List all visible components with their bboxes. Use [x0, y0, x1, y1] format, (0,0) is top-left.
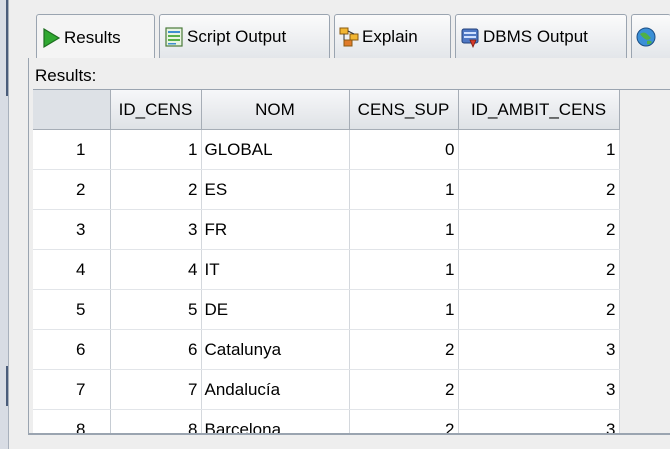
tab-overflow[interactable]	[631, 14, 670, 58]
cell-id-ambit-cens[interactable]: 3	[458, 409, 620, 434]
header-row: ID_CENS NOM CENS_SUP ID_AMBIT_CENS	[33, 90, 670, 130]
cell-id-cens[interactable]: 1	[110, 129, 202, 170]
row-filler	[619, 129, 670, 170]
dbms-output-icon	[459, 26, 481, 48]
row-number[interactable]: 2	[33, 169, 111, 210]
cell-nom[interactable]: ES	[201, 169, 350, 210]
cell-id-cens[interactable]: 5	[110, 289, 202, 330]
run-play-icon	[40, 27, 62, 49]
cell-nom[interactable]: GLOBAL	[201, 129, 350, 170]
row-number-header	[33, 90, 111, 130]
splitter-mark	[6, 366, 8, 406]
header-filler	[619, 90, 670, 130]
cell-nom[interactable]: Andalucía	[201, 369, 350, 410]
script-output-icon	[163, 26, 185, 48]
column-header-id-ambit-cens[interactable]: ID_AMBIT_CENS	[458, 90, 620, 130]
tab-results[interactable]: Results	[36, 14, 155, 60]
table-row[interactable]: 1 1 GLOBAL 0 1	[33, 129, 670, 170]
cell-cens-sup[interactable]: 1	[349, 249, 459, 290]
cell-id-ambit-cens[interactable]: 2	[458, 169, 620, 210]
cell-id-cens[interactable]: 4	[110, 249, 202, 290]
cell-id-cens[interactable]: 8	[110, 409, 202, 434]
results-heading: Results:	[35, 66, 97, 85]
table-row[interactable]: 5 5 DE 1 2	[33, 289, 670, 330]
row-filler	[619, 209, 670, 250]
row-number[interactable]: 6	[33, 329, 111, 370]
left-splitter[interactable]	[0, 0, 9, 449]
cell-cens-sup[interactable]: 1	[349, 209, 459, 250]
splitter-mark	[6, 0, 8, 96]
column-header-cens-sup[interactable]: CENS_SUP	[349, 90, 459, 130]
globe-icon	[635, 26, 657, 48]
row-number[interactable]: 5	[33, 289, 111, 330]
row-number[interactable]: 4	[33, 249, 111, 290]
tab-explain-label: Explain	[362, 26, 418, 46]
cell-nom[interactable]: IT	[201, 249, 350, 290]
column-header-id-cens[interactable]: ID_CENS	[110, 90, 202, 130]
cell-cens-sup[interactable]: 2	[349, 409, 459, 434]
results-window: Results Script Output Explain DBMS Outpu…	[0, 0, 670, 449]
column-header-nom[interactable]: NOM	[201, 90, 350, 130]
cell-id-cens[interactable]: 6	[110, 329, 202, 370]
cell-id-ambit-cens[interactable]: 1	[458, 129, 620, 170]
row-number[interactable]: 7	[33, 369, 111, 410]
cell-nom[interactable]: Catalunya	[201, 329, 350, 370]
cell-cens-sup[interactable]: 2	[349, 369, 459, 410]
tab-dbms-output-label: DBMS Output	[483, 26, 588, 46]
tab-script-output-label: Script Output	[187, 26, 287, 46]
cell-cens-sup[interactable]: 2	[349, 329, 459, 370]
cell-id-cens[interactable]: 7	[110, 369, 202, 410]
cell-cens-sup[interactable]: 1	[349, 169, 459, 210]
tab-dbms-output[interactable]: DBMS Output	[455, 14, 627, 58]
cell-cens-sup[interactable]: 1	[349, 289, 459, 330]
table-row[interactable]: 7 7 Andalucía 2 3	[33, 369, 670, 410]
table-row[interactable]: 8 8 Barcelona 2 3	[33, 409, 670, 434]
table-row[interactable]: 3 3 FR 1 2	[33, 209, 670, 250]
row-number[interactable]: 1	[33, 129, 111, 170]
row-filler	[619, 409, 670, 434]
tab-strip: Results Script Output Explain DBMS Outpu…	[28, 14, 670, 62]
row-filler	[619, 329, 670, 370]
row-number[interactable]: 3	[33, 209, 111, 250]
results-table: ID_CENS NOM CENS_SUP ID_AMBIT_CENS 1 1 G…	[33, 90, 670, 434]
table-row[interactable]: 4 4 IT 1 2	[33, 249, 670, 290]
cell-id-ambit-cens[interactable]: 2	[458, 209, 620, 250]
cell-nom[interactable]: FR	[201, 209, 350, 250]
results-grid[interactable]: ID_CENS NOM CENS_SUP ID_AMBIT_CENS 1 1 G…	[33, 89, 670, 434]
results-panel: Results: ID_CENS NOM CENS_SUP ID_AMBIT_C…	[28, 58, 670, 434]
cell-id-ambit-cens[interactable]: 2	[458, 289, 620, 330]
cell-nom[interactable]: Barcelona	[201, 409, 350, 434]
panel-bottom-border	[28, 433, 670, 435]
explain-plan-icon	[338, 26, 360, 48]
row-filler	[619, 289, 670, 330]
row-number[interactable]: 8	[33, 409, 111, 434]
table-row[interactable]: 2 2 ES 1 2	[33, 169, 670, 210]
tab-script-output[interactable]: Script Output	[159, 14, 330, 58]
row-filler	[619, 169, 670, 210]
cell-id-ambit-cens[interactable]: 3	[458, 329, 620, 370]
tab-explain[interactable]: Explain	[334, 14, 451, 58]
cell-nom[interactable]: DE	[201, 289, 350, 330]
cell-id-cens[interactable]: 3	[110, 209, 202, 250]
cell-id-ambit-cens[interactable]: 2	[458, 249, 620, 290]
cell-cens-sup[interactable]: 0	[349, 129, 459, 170]
tab-results-label: Results	[64, 27, 121, 47]
cell-id-ambit-cens[interactable]: 3	[458, 369, 620, 410]
row-filler	[619, 249, 670, 290]
cell-id-cens[interactable]: 2	[110, 169, 202, 210]
row-filler	[619, 369, 670, 410]
table-row[interactable]: 6 6 Catalunya 2 3	[33, 329, 670, 370]
